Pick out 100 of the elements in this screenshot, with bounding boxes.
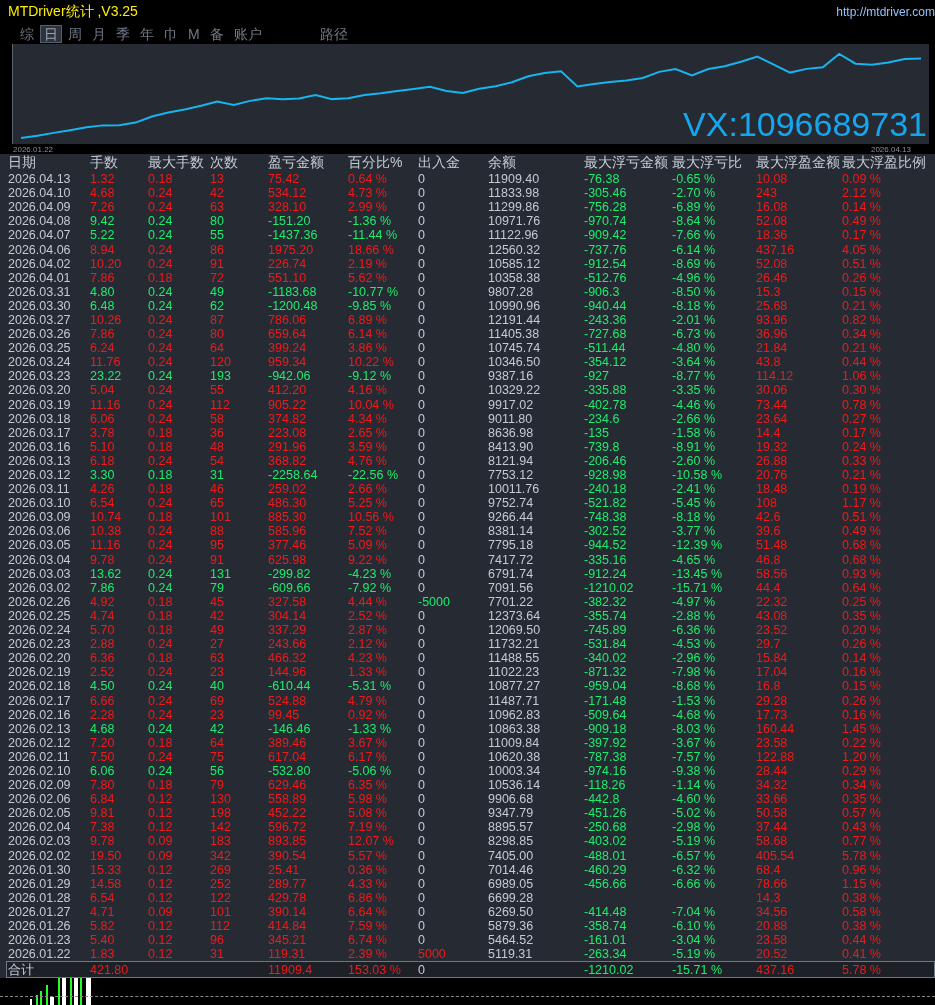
drawdown-ratio-cell: -8.77 % — [672, 369, 716, 384]
website-link[interactable]: http://mtdriver.com — [836, 5, 935, 19]
profit-cell: 399.24 — [268, 341, 307, 356]
balance-cell: 7753.12 — [488, 468, 534, 482]
period-tab[interactable]: 月 — [88, 25, 110, 43]
float-profit-ratio-cell: 0.17 % — [842, 425, 881, 440]
count-cell: 42 — [210, 608, 224, 623]
period-tab[interactable]: 巾 — [160, 25, 182, 43]
max-drawdown-cell: -414.48 — [584, 904, 627, 919]
max-float-profit-cell: 73.44 — [756, 397, 788, 412]
drawdown-ratio-cell: -5.02 % — [672, 806, 716, 821]
percent-cell: 2.12 % — [348, 637, 387, 652]
deposit-cell: 0 — [418, 298, 425, 313]
max-drawdown-cell: -970.74 — [584, 214, 627, 229]
lots-cell: 7.86 — [90, 580, 115, 595]
float-profit-ratio-cell: 0.29 % — [842, 764, 881, 778]
date-cell: 2026.02.12 — [8, 735, 71, 750]
max-lots-cell: 0.12 — [148, 933, 173, 948]
count-cell: 269 — [210, 862, 231, 877]
column-header: 百分比% — [348, 154, 404, 172]
balance-cell: 11833.98 — [488, 186, 540, 201]
period-tab[interactable]: 季 — [112, 25, 134, 43]
lots-cell: 7.80 — [90, 778, 115, 793]
max-lots-cell: 0.24 — [148, 355, 173, 370]
balance-cell: 8636.98 — [488, 425, 534, 440]
max-float-profit-cell: 29.7 — [756, 637, 781, 652]
deposit-cell: 0 — [418, 341, 425, 356]
period-tab[interactable]: 日 — [40, 25, 62, 43]
date-cell: 2026.03.11 — [8, 482, 70, 497]
period-tab[interactable]: 周 — [64, 25, 86, 43]
deposit-cell: 0 — [418, 510, 425, 525]
profit-cell: 629.46 — [268, 778, 307, 793]
profit-cell: 486.30 — [268, 496, 307, 511]
lots-cell: 10.74 — [90, 510, 122, 525]
lots-cell: 4.71 — [90, 904, 115, 919]
float-profit-ratio-cell: 0.77 % — [842, 834, 881, 849]
max-float-profit-cell: 243 — [756, 186, 777, 201]
period-tab[interactable]: M — [184, 25, 204, 43]
max-drawdown-cell: -745.89 — [584, 623, 627, 638]
date-cell: 2026.01.26 — [8, 919, 71, 933]
max-drawdown-cell: -243.36 — [584, 313, 627, 327]
max-lots-cell: 0.09 — [148, 848, 173, 863]
max-float-profit-cell: 108 — [756, 496, 777, 511]
lots-cell: 5.82 — [90, 919, 115, 933]
max-float-profit-cell: 22.32 — [756, 594, 788, 609]
deposit-cell: 0 — [418, 284, 425, 299]
max-float-profit-cell: 20.52 — [756, 947, 788, 962]
max-lots-cell: 0.24 — [148, 693, 173, 708]
lots-cell: 11.16 — [90, 538, 121, 553]
max-lots-cell: 0.18 — [148, 172, 173, 187]
max-lots-cell: 0.24 — [148, 665, 173, 680]
balance-cell: 10536.14 — [488, 778, 541, 793]
drawdown-ratio-cell: -3.64 % — [672, 355, 716, 370]
max-lots-cell: 0.18 — [148, 778, 173, 793]
count-cell: 87 — [210, 313, 224, 327]
max-float-profit-cell: 26.46 — [756, 270, 788, 285]
max-lots-cell: 0.24 — [148, 637, 173, 652]
profit-cell: 243.66 — [268, 637, 307, 652]
count-cell: 112 — [210, 397, 230, 412]
percent-cell: 2.87 % — [348, 623, 387, 638]
float-profit-ratio-cell: 1.20 % — [842, 749, 881, 764]
period-tab[interactable]: 备 — [205, 25, 228, 43]
profit-cell: 377.46 — [268, 538, 307, 553]
lots-cell: 3.30 — [90, 468, 115, 482]
count-cell: 27 — [210, 637, 224, 652]
deposit-cell: 0 — [418, 608, 425, 623]
lots-cell: 7.26 — [90, 200, 115, 215]
period-tab[interactable]: 综 — [16, 25, 38, 43]
max-drawdown-cell: -250.68 — [584, 820, 627, 835]
period-tab[interactable]: 账户 — [229, 25, 266, 43]
balance-cell: 12191.44 — [488, 313, 541, 327]
max-drawdown-cell: -76.38 — [584, 172, 620, 187]
drawdown-ratio-cell: -4.53 % — [672, 637, 716, 652]
float-profit-ratio-cell: 0.21 % — [842, 298, 881, 313]
max-float-profit-cell: 68.4 — [756, 862, 781, 877]
date-cell: 2026.03.26 — [8, 327, 71, 342]
percent-cell: 4.73 % — [348, 186, 387, 201]
max-drawdown-cell: -488.01 — [584, 848, 627, 863]
balance-cell: 7014.46 — [488, 862, 534, 877]
profit-cell: 524.88 — [268, 693, 307, 708]
max-float-profit-cell: 10.08 — [756, 172, 788, 187]
path-tab[interactable]: 路径 — [315, 25, 352, 43]
drawdown-ratio-cell: -2.98 % — [672, 820, 716, 835]
max-float-profit-cell: 28.44 — [756, 764, 788, 778]
percent-cell: 3.86 % — [348, 341, 387, 356]
deposit-cell: 0 — [418, 623, 425, 638]
max-lots-cell: 0.12 — [148, 919, 173, 933]
period-tab[interactable]: 年 — [136, 25, 158, 43]
lots-cell: 10.38 — [90, 524, 122, 539]
balance-cell: 9906.68 — [488, 792, 534, 807]
deposit-cell: 0 — [418, 327, 425, 342]
drawdown-ratio-cell: -7.98 % — [672, 665, 716, 680]
profit-cell: 905.22 — [268, 397, 307, 412]
max-lots-cell: 0.24 — [148, 538, 173, 553]
drawdown-ratio-cell: -13.45 % — [672, 566, 723, 581]
deposit-cell: 0 — [418, 820, 425, 835]
max-lots-cell: 0.24 — [148, 496, 173, 511]
max-float-profit-cell: 437.16 — [756, 242, 795, 257]
max-float-profit-cell: 33.66 — [756, 792, 788, 807]
profit-cell: 259.02 — [268, 482, 307, 497]
